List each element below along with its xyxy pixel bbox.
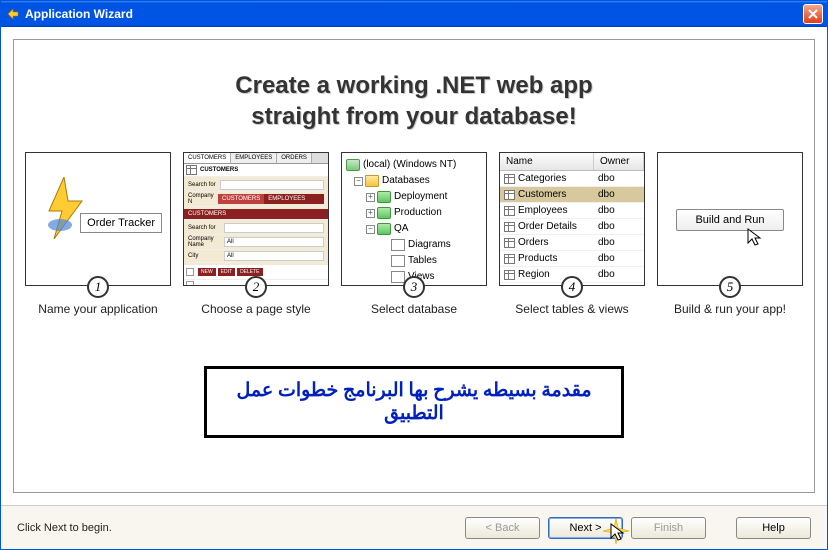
- database-icon: [377, 223, 391, 235]
- inner-panel: Create a working .NET web app straight f…: [13, 39, 815, 493]
- content-area: Create a working .NET web app straight f…: [1, 27, 827, 549]
- headline: Create a working .NET web app straight f…: [14, 40, 814, 152]
- step-4: Name Owner CategoriesdboCustomersdboEmpl…: [499, 152, 645, 316]
- column-header-owner: Owner: [594, 153, 644, 170]
- step-5: Build and Run 5 Build & run your app!: [657, 152, 803, 316]
- arabic-description: مقدمة بسيطه يشرح بها البرنامج خطوات عمل …: [204, 366, 624, 438]
- steps-row: Order Tracker 1 Name your application CU…: [14, 152, 814, 316]
- table-icon: [504, 174, 515, 184]
- bottom-bar: Click Next to begin. < Back Next > Finis…: [1, 505, 827, 549]
- step-number-2: 2: [245, 276, 267, 298]
- mini-tab: CUSTOMERS: [184, 153, 231, 163]
- step-4-thumb: Name Owner CategoriesdboCustomersdboEmpl…: [499, 152, 645, 286]
- table-icon: [504, 238, 515, 248]
- back-button[interactable]: < Back: [465, 517, 540, 539]
- step-2-label: Choose a page style: [201, 302, 310, 316]
- step-number-5: 5: [719, 276, 741, 298]
- table-icon: [391, 255, 405, 267]
- database-icon: [377, 207, 391, 219]
- step-number-3: 3: [403, 276, 425, 298]
- table-icon: [504, 270, 515, 280]
- step-number-4: 4: [561, 276, 583, 298]
- headline-line2: straight from your database!: [251, 103, 576, 130]
- step-1-thumb: Order Tracker: [25, 152, 171, 286]
- step-2: CUSTOMERS EMPLOYEES ORDERS CUSTOMERS Sea…: [183, 152, 329, 316]
- table-icon: [504, 222, 515, 232]
- app-name-field: Order Tracker: [80, 213, 162, 233]
- mini-tab: ORDERS: [277, 153, 312, 163]
- mini-tab: EMPLOYEES: [231, 153, 277, 163]
- table-icon: [504, 206, 515, 216]
- step-5-thumb: Build and Run: [657, 152, 803, 286]
- database-icon: [377, 191, 391, 203]
- status-text: Click Next to begin.: [17, 522, 112, 534]
- table-row: Ordersdbo: [500, 235, 644, 251]
- finish-button[interactable]: Finish: [631, 517, 706, 539]
- table-icon: [504, 190, 515, 200]
- step-5-label: Build & run your app!: [674, 302, 786, 316]
- step-4-label: Select tables & views: [515, 302, 628, 316]
- window-title: Application Wizard: [25, 7, 803, 21]
- titlebar: Application Wizard: [1, 1, 827, 27]
- server-icon: [346, 159, 360, 171]
- step-1-label: Name your application: [38, 302, 157, 316]
- table-row: Employeesdbo: [500, 203, 644, 219]
- app-icon: [5, 6, 21, 22]
- step-2-thumb: CUSTOMERS EMPLOYEES ORDERS CUSTOMERS Sea…: [183, 152, 329, 286]
- step-3: (local) (Windows NT) −Databases +Deploym…: [341, 152, 487, 316]
- close-icon: [808, 9, 818, 19]
- table-row: Productsdbo: [500, 251, 644, 267]
- headline-line1: Create a working .NET web app: [235, 72, 592, 99]
- folder-icon: [365, 175, 379, 187]
- view-icon: [391, 271, 405, 283]
- table-row: Categoriesdbo: [500, 171, 644, 187]
- step-1: Order Tracker 1 Name your application: [25, 152, 171, 316]
- column-header-name: Name: [500, 153, 594, 170]
- step-3-thumb: (local) (Windows NT) −Databases +Deploym…: [341, 152, 487, 286]
- cursor-icon: [746, 227, 768, 252]
- step-3-label: Select database: [371, 302, 457, 316]
- table-icon: [504, 254, 515, 264]
- wizard-window: Application Wizard Create a working .NET…: [0, 0, 828, 550]
- table-row: Order Detailsdbo: [500, 219, 644, 235]
- close-button[interactable]: [803, 4, 823, 24]
- next-button[interactable]: Next >: [548, 517, 623, 539]
- help-button[interactable]: Help: [736, 517, 811, 539]
- step-number-1: 1: [87, 276, 109, 298]
- diagram-icon: [391, 239, 405, 251]
- table-row: Customersdbo: [500, 187, 644, 203]
